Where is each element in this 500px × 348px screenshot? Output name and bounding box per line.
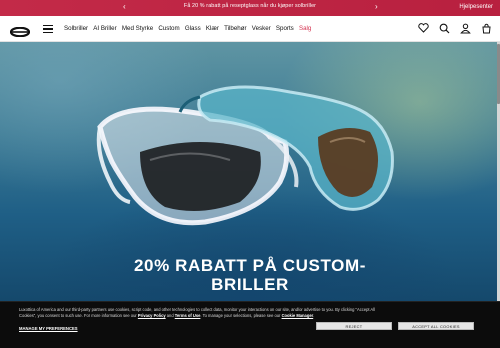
nav-link-vesker[interactable]: Vesker — [252, 25, 271, 32]
terms-of-use-link[interactable]: Terms of Use — [175, 313, 201, 318]
nav-icons — [417, 22, 492, 34]
cookie-text-line2b: . To manage your selections, please see … — [200, 313, 282, 319]
nav-link-solbriller[interactable]: Solbriller — [64, 25, 88, 32]
cookie-manager-link[interactable]: Cookie Manager — [282, 313, 314, 318]
hero-banner[interactable]: 20% RABATT PÅ CUSTOM- BRILLER — [0, 42, 500, 307]
nav-link-ai-briller[interactable]: AI Briller — [93, 25, 116, 32]
nav-link-sports[interactable]: Sports — [276, 25, 294, 32]
nav-link-salg[interactable]: Salg — [299, 25, 311, 32]
search-icon[interactable] — [438, 22, 450, 34]
nav-links: Solbriller AI Briller Med Styrke Custom … — [64, 25, 317, 32]
main-navigation: Solbriller AI Briller Med Styrke Custom … — [0, 16, 500, 42]
oakley-logo[interactable] — [9, 24, 31, 42]
cookie-banner: Luxottica of America and our third-party… — [0, 301, 500, 348]
accept-all-cookies-button[interactable]: ACCEPT ALL COOKIES — [398, 322, 474, 330]
shopping-bag-icon[interactable] — [480, 22, 492, 34]
nav-link-custom[interactable]: Custom — [158, 25, 179, 32]
user-icon[interactable] — [459, 22, 471, 34]
manage-preferences-link[interactable]: MANAGE MY PREFERENCES — [19, 326, 78, 331]
nav-link-med-styrke[interactable]: Med Styrke — [122, 25, 153, 32]
privacy-policy-link[interactable]: Privacy Policy — [138, 313, 166, 318]
nav-link-klaer[interactable]: Klær — [206, 25, 219, 32]
nav-link-glass[interactable]: Glass — [185, 25, 201, 32]
heart-icon[interactable] — [417, 22, 429, 34]
hero-title-line2: BRILLER — [211, 275, 289, 294]
reject-button[interactable]: REJECT — [316, 322, 392, 330]
cookie-text-line1: Luxottica of America and our third-party… — [19, 307, 375, 312]
cookie-text-and: and — [165, 313, 175, 319]
cookie-text-line2a: Cookies", you consent to such use. For m… — [19, 313, 138, 319]
cookie-text: Luxottica of America and our third-party… — [19, 307, 481, 319]
cookie-text-period: . — [313, 313, 315, 319]
menu-icon[interactable] — [43, 25, 53, 33]
promo-text[interactable]: Få 20 % rabatt på reseptglass når du kjø… — [0, 3, 500, 9]
help-center-link[interactable]: Hjelpesenter — [459, 4, 493, 10]
hero-title-line1: 20% RABATT PÅ CUSTOM- — [133, 256, 367, 275]
promo-next-arrow[interactable]: › — [375, 2, 378, 12]
promo-bar: ‹ Få 20 % rabatt på reseptglass når du k… — [0, 0, 500, 16]
nav-link-tilbehor[interactable]: Tilbehør — [224, 25, 246, 32]
hero-title: 20% RABATT PÅ CUSTOM- BRILLER — [0, 256, 500, 294]
